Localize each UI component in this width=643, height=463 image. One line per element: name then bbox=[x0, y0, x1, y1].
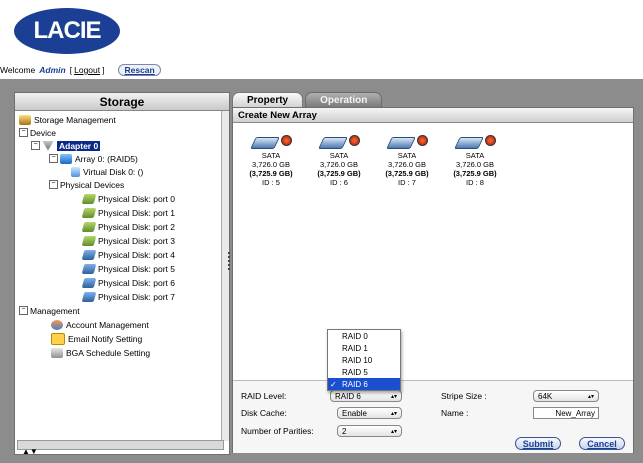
disk-icon bbox=[81, 277, 97, 288]
tree-physical-disk[interactable]: Physical Disk: port 1 bbox=[81, 206, 175, 219]
collapse-icon[interactable]: − bbox=[49, 154, 58, 163]
tree-management[interactable]: − Management bbox=[19, 304, 80, 317]
status-icon bbox=[281, 135, 292, 146]
raid-option-selected[interactable]: ✓ RAID 6 bbox=[328, 378, 400, 390]
parities-label: Number of Parities: bbox=[241, 426, 314, 436]
select-arrows-icon: ▴▾ bbox=[587, 393, 594, 400]
raid-option[interactable]: RAID 0 bbox=[328, 330, 400, 342]
disk-card[interactable]: SATA 3,726.0 GB (3,725.9 GB) ID : 8 bbox=[447, 131, 503, 187]
raid-level-select[interactable]: RAID 6 ▴▾ bbox=[330, 390, 402, 402]
collapse-icon[interactable]: − bbox=[19, 128, 28, 137]
select-arrows-icon: ▴▾ bbox=[390, 428, 397, 435]
tree-adapter[interactable]: − Adapter 0 bbox=[31, 139, 101, 152]
virtual-disk-icon bbox=[71, 166, 80, 177]
splitter-handle[interactable] bbox=[228, 250, 230, 280]
select-arrows-icon: ▴▾ bbox=[390, 393, 397, 400]
tree-physical-disk[interactable]: Physical Disk: port 5 bbox=[81, 262, 175, 275]
disk-icon bbox=[81, 235, 97, 246]
adapter-icon bbox=[42, 140, 54, 151]
welcome-text: Welcome bbox=[0, 65, 36, 75]
disk-card[interactable]: SATA 3,726.0 GB (3,725.9 GB) ID : 6 bbox=[311, 131, 367, 187]
tree-physical-disk[interactable]: Physical Disk: port 2 bbox=[81, 220, 175, 233]
storage-panel: Storage Storage Management − Device − Adap… bbox=[14, 92, 230, 455]
tree-physical-disk[interactable]: Physical Disk: port 0 bbox=[81, 192, 175, 205]
tools-icon bbox=[19, 114, 31, 125]
disk-card[interactable]: SATA 3,726.0 GB (3,725.9 GB) ID : 7 bbox=[379, 131, 435, 187]
logo-text: LACIE bbox=[33, 17, 102, 44]
hard-disk-icon bbox=[318, 137, 348, 149]
stripe-size-select[interactable]: 64K ▴▾ bbox=[533, 390, 599, 402]
logout-link[interactable]: Logout bbox=[74, 65, 100, 75]
tree-email-notify[interactable]: Email Notify Setting bbox=[51, 332, 142, 345]
array-icon bbox=[60, 153, 72, 164]
tree-device[interactable]: − Device bbox=[19, 126, 56, 139]
disk-cache-label: Disk Cache: bbox=[241, 408, 287, 418]
section-title: Create New Array bbox=[233, 108, 633, 123]
collapse-icon[interactable]: − bbox=[19, 306, 28, 315]
content-panel: Create New Array SATA 3,726.0 GB (3,725.… bbox=[232, 107, 634, 453]
operation-area: Property Operation Create New Array SATA… bbox=[232, 92, 634, 453]
disk-icon bbox=[81, 221, 97, 232]
disk-icon bbox=[81, 249, 97, 260]
parities-select[interactable]: 2 ▴▾ bbox=[337, 425, 402, 437]
name-label: Name : bbox=[441, 408, 469, 418]
collapse-icon[interactable]: − bbox=[49, 180, 58, 189]
array-form: RAID Level: RAID 6 ▴▾ Disk Cache: Enable ▴… bbox=[233, 380, 633, 453]
tree-physical-disk[interactable]: Physical Disk: port 6 bbox=[81, 276, 175, 289]
tree-physical-disk[interactable]: Physical Disk: port 7 bbox=[81, 290, 175, 303]
stripe-size-label: Stripe Size : bbox=[441, 391, 487, 401]
select-arrows-icon: ▴▾ bbox=[390, 410, 397, 417]
tree-storage-management[interactable]: Storage Management bbox=[19, 113, 116, 126]
checkmark-icon: ✓ bbox=[330, 379, 337, 389]
tree-bga-schedule[interactable]: BGA Schedule Setting bbox=[51, 346, 150, 359]
tree-physical-devices[interactable]: − Physical Devices bbox=[49, 178, 124, 191]
hard-disk-icon bbox=[250, 137, 280, 149]
status-icon bbox=[417, 135, 428, 146]
resize-arrows-icon[interactable]: ▲▼ bbox=[22, 447, 38, 456]
username: Admin bbox=[39, 65, 66, 75]
account-icon bbox=[51, 319, 63, 330]
raid-option[interactable]: RAID 10 bbox=[328, 354, 400, 366]
lacie-logo: LACIE bbox=[14, 8, 120, 54]
collapse-icon[interactable]: − bbox=[31, 141, 40, 150]
tree-virtual-disk[interactable]: Virtual Disk 0: () bbox=[71, 165, 143, 178]
storage-tree: Storage Management − Device − Adapter 0 − A… bbox=[15, 111, 220, 441]
tab-bar: Property Operation bbox=[232, 92, 383, 107]
cancel-button[interactable]: Cancel bbox=[579, 437, 625, 450]
welcome-bar: Welcome Admin [ Logout ] Rescan bbox=[0, 64, 643, 76]
tree-account-management[interactable]: Account Management bbox=[51, 318, 149, 331]
submit-button[interactable]: Submit bbox=[515, 437, 561, 450]
disk-icon bbox=[81, 263, 97, 274]
tree-array[interactable]: − Array 0: (RAID5) bbox=[49, 152, 138, 165]
tree-physical-disk[interactable]: Physical Disk: port 4 bbox=[81, 248, 175, 261]
disk-icon bbox=[81, 193, 97, 204]
disk-cache-select[interactable]: Enable ▴▾ bbox=[337, 407, 402, 419]
rescan-button[interactable]: Rescan bbox=[118, 64, 161, 76]
schedule-icon bbox=[51, 347, 63, 358]
disk-card[interactable]: SATA 3,726.0 GB (3,725.9 GB) ID : 5 bbox=[243, 131, 299, 187]
tab-property[interactable]: Property bbox=[232, 92, 304, 107]
email-icon bbox=[51, 332, 65, 345]
raid-option[interactable]: RAID 1 bbox=[328, 342, 400, 354]
tab-operation[interactable]: Operation bbox=[305, 92, 383, 107]
raid-level-dropdown: RAID 0 RAID 1 RAID 10 RAID 5 ✓ RAID 6 bbox=[327, 329, 401, 391]
horizontal-scrollbar[interactable] bbox=[17, 440, 224, 450]
raid-level-label: RAID Level: bbox=[241, 391, 287, 401]
panel-title: Storage bbox=[15, 93, 229, 111]
hard-disk-icon bbox=[454, 137, 484, 149]
disk-icon bbox=[81, 291, 97, 302]
tree-physical-disk[interactable]: Physical Disk: port 3 bbox=[81, 234, 175, 247]
array-name-input[interactable]: New_Array bbox=[533, 407, 599, 419]
hard-disk-icon bbox=[386, 137, 416, 149]
status-icon bbox=[485, 135, 496, 146]
disk-icon bbox=[81, 207, 97, 218]
raid-option[interactable]: RAID 5 bbox=[328, 366, 400, 378]
status-icon bbox=[349, 135, 360, 146]
